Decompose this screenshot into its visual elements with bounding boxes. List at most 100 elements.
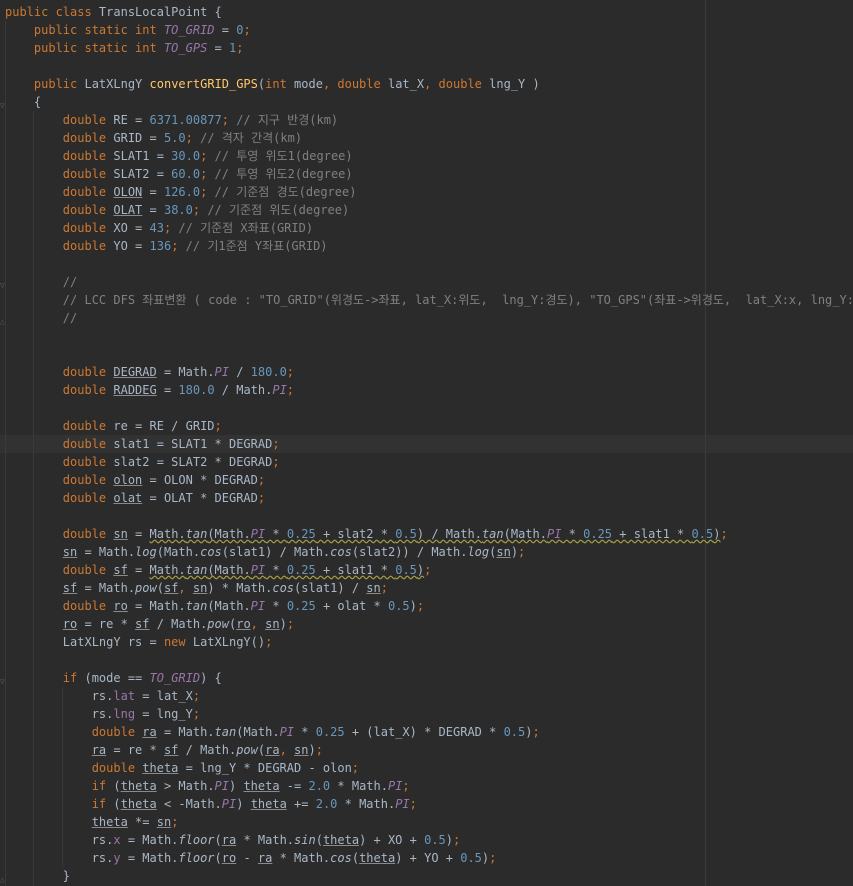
code-token: 136 — [149, 239, 172, 253]
code-line[interactable]: double RE = 6371.00877; // 지구 반경(km) — [5, 111, 853, 129]
code-token: ) + YO + — [395, 851, 461, 865]
code-token: } — [5, 869, 71, 883]
code-line[interactable] — [5, 399, 853, 417]
code-token: ( — [214, 851, 222, 865]
code-token: ) — [308, 743, 316, 757]
code-line[interactable] — [5, 327, 853, 345]
code-token: ) { — [200, 671, 222, 685]
code-line[interactable]: if (theta < -Math.PI) theta += 2.0 * Mat… — [5, 795, 853, 813]
code-text[interactable]: public class TransLocalPoint { public st… — [5, 3, 853, 885]
code-token: + slat1 * — [612, 527, 692, 541]
code-token: LatXLngY rs = — [5, 635, 164, 649]
code-line[interactable]: double slat2 = SLAT2 * DEGRAD; — [5, 453, 853, 471]
code-token: lat — [113, 689, 136, 703]
code-line[interactable]: rs.y = Math.floor(ro - ra * Math.cos(the… — [5, 849, 853, 867]
code-token: 0.5 — [691, 527, 714, 541]
code-line[interactable]: double slat1 = SLAT1 * DEGRAD; — [5, 435, 853, 453]
code-token: GRID = — [113, 131, 164, 145]
code-token: = — [156, 383, 179, 397]
code-line[interactable]: double theta = lng_Y * DEGRAD - olon; — [5, 759, 853, 777]
code-line[interactable]: double SLAT1 = 30.0; // 투영 위도1(degree) — [5, 147, 853, 165]
code-token: double — [62, 599, 114, 613]
code-line[interactable]: double YO = 136; // 기1준점 Y좌표(GRID) — [5, 237, 853, 255]
code-line[interactable]: // — [5, 309, 853, 327]
code-token: log — [135, 545, 157, 559]
code-token: // 투영 위도1(degree) — [214, 149, 353, 163]
code-line[interactable]: // LCC DFS 좌표변환 ( code : "TO_GRID"(위경도->… — [5, 291, 853, 309]
code-line[interactable]: double sf = Math.tan(Math.PI * 0.25 + sl… — [5, 561, 853, 579]
code-token: theta — [120, 779, 157, 793]
code-line[interactable]: public LatXLngY convertGRID_GPS(int mode… — [5, 75, 853, 93]
code-line[interactable]: double GRID = 5.0; // 격자 간격(km) — [5, 129, 853, 147]
code-token: cos — [330, 545, 352, 559]
code-token: ( — [113, 797, 121, 811]
code-token: ; — [243, 23, 251, 37]
code-line[interactable]: theta *= sn; — [5, 813, 853, 831]
code-token: // 기준점 X좌표(GRID) — [178, 221, 314, 235]
code-editor[interactable]: ▽ ▽ △ ▽ △ public class TransLocalPoint {… — [0, 0, 853, 886]
code-line[interactable]: rs.lng = lng_Y; — [5, 705, 853, 723]
code-line[interactable] — [5, 57, 853, 75]
code-line[interactable]: ra = re * sf / Math.pow(ra, sn); — [5, 741, 853, 759]
code-token: ; — [257, 491, 266, 505]
code-token: public class — [5, 5, 99, 19]
code-line[interactable]: { — [5, 93, 853, 111]
code-token: 0.25 — [286, 563, 316, 577]
code-line[interactable]: // — [5, 273, 853, 291]
code-token: , double — [322, 77, 388, 91]
code-token: cos — [200, 545, 222, 559]
code-line[interactable]: LatXLngY rs = new LatXLngY(); — [5, 633, 853, 651]
code-line[interactable]: double OLAT = 38.0; // 기준점 위도(degree) — [5, 201, 853, 219]
code-token: double — [62, 563, 114, 577]
code-line[interactable] — [5, 651, 853, 669]
code-token: ro — [62, 617, 78, 631]
code-line[interactable]: if (theta > Math.PI) theta -= 2.0 * Math… — [5, 777, 853, 795]
code-line[interactable]: double olon = OLON * DEGRAD; — [5, 471, 853, 489]
code-token: int — [265, 77, 295, 91]
code-line[interactable]: double RADDEG = 180.0 / Math.PI; — [5, 381, 853, 399]
code-line[interactable]: double ra = Math.tan(Math.PI * 0.25 + (l… — [5, 723, 853, 741]
code-line[interactable]: public class TransLocalPoint { — [5, 3, 853, 21]
code-line[interactable]: double olat = OLAT * DEGRAD; — [5, 489, 853, 507]
code-line[interactable]: double DEGRAD = Math.PI / 180.0; — [5, 363, 853, 381]
code-line[interactable]: public static int TO_GPS = 1; — [5, 39, 853, 57]
code-line[interactable]: double re = RE / GRID; — [5, 417, 853, 435]
code-token: double — [62, 167, 114, 181]
code-line[interactable]: sn = Math.log(Math.cos(slat1) / Math.cos… — [5, 543, 853, 561]
code-token: tan — [481, 527, 504, 541]
code-line[interactable]: if (mode == TO_GRID) { — [5, 669, 853, 687]
code-token: theta — [359, 851, 396, 865]
code-token: sn — [496, 545, 511, 559]
code-line[interactable] — [5, 507, 853, 525]
code-token: PI — [395, 797, 410, 811]
code-token: - — [236, 851, 258, 865]
code-token: 0.5 — [424, 833, 446, 847]
code-line[interactable]: ro = re * sf / Math.pow(ro, sn); — [5, 615, 853, 633]
code-token: XO = — [113, 221, 150, 235]
code-token: PI — [546, 527, 562, 541]
code-line[interactable]: rs.lat = lat_X; — [5, 687, 853, 705]
code-token: DEGRAD — [113, 365, 157, 379]
code-line[interactable]: sf = Math.pow(sf, sn) * Math.cos(slat1) … — [5, 579, 853, 597]
code-line[interactable]: double SLAT2 = 60.0; // 투영 위도2(degree) — [5, 165, 853, 183]
code-line[interactable]: public static int TO_GRID = 0; — [5, 21, 853, 39]
code-line[interactable] — [5, 345, 853, 363]
code-line[interactable]: double XO = 43; // 기준점 X좌표(GRID) — [5, 219, 853, 237]
code-token: = — [142, 185, 164, 199]
code-line[interactable]: double OLON = 126.0; // 기준점 경도(degree) — [5, 183, 853, 201]
code-line[interactable]: double sn = Math.tan(Math.PI * 0.25 + sl… — [5, 525, 853, 543]
code-token: double — [62, 203, 114, 217]
code-line[interactable]: } — [5, 867, 853, 885]
code-line[interactable] — [5, 255, 853, 273]
code-token: RADDEG — [113, 383, 157, 397]
code-line[interactable]: rs.x = Math.floor(ra * Math.sin(theta) +… — [5, 831, 853, 849]
code-token: ; — [272, 455, 280, 469]
code-line[interactable]: double ro = Math.tan(Math.PI * 0.25 + ol… — [5, 597, 853, 615]
code-token: tan — [185, 527, 208, 541]
code-token: 0.25 — [286, 527, 316, 541]
